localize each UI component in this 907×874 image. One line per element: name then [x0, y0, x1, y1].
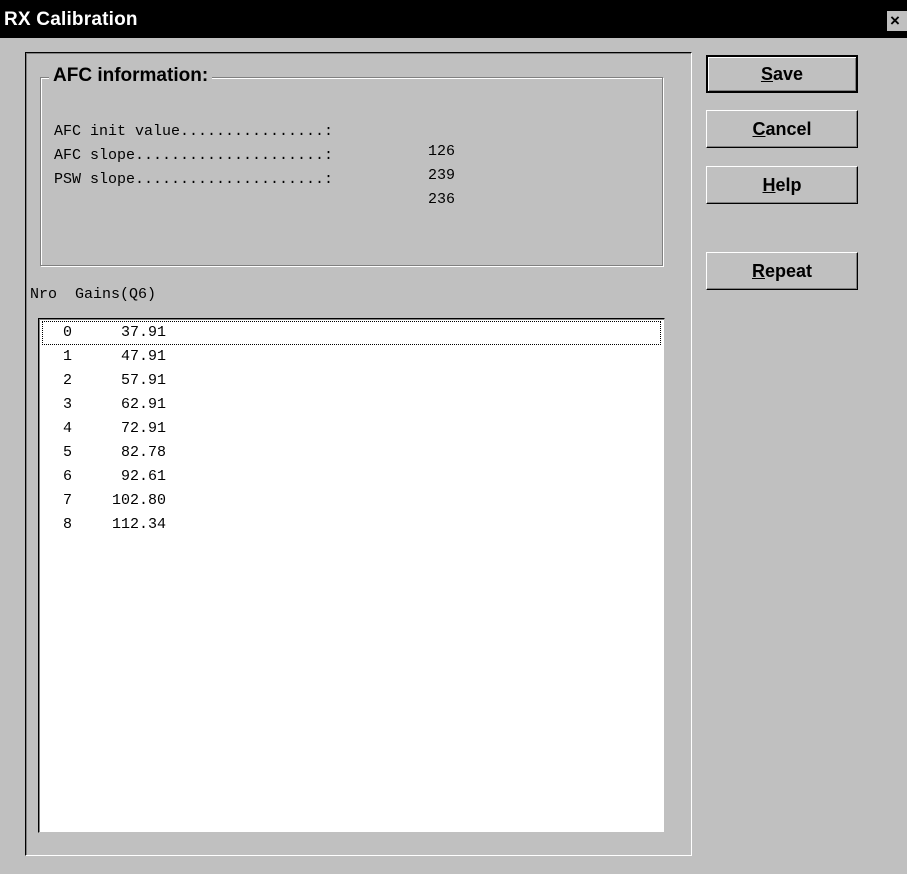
gain-value: 37.91 [120, 324, 166, 341]
list-item[interactable]: 0 37.91 [42, 321, 661, 345]
save-button[interactable]: Save [706, 55, 858, 93]
gain-value: 92.61 [120, 468, 166, 485]
list-item[interactable]: 3 62.91 [42, 393, 661, 417]
list-item[interactable]: 2 57.91 [42, 369, 661, 393]
psw-slope-value: 236 [428, 191, 456, 208]
help-accel: H [762, 175, 776, 195]
gain-index: 7 [62, 492, 72, 509]
help-button[interactable]: Help [706, 166, 858, 204]
gain-value: 62.91 [120, 396, 166, 413]
cancel-button[interactable]: Cancel [706, 110, 858, 148]
cancel-accel: C [752, 119, 766, 139]
save-accel: S [760, 64, 773, 84]
afc-row-init: AFC init value................: 126 [54, 102, 455, 160]
list-item[interactable]: 8 112.34 [42, 513, 661, 537]
gain-index: 5 [62, 444, 72, 461]
gain-index: 0 [62, 324, 72, 341]
repeat-accel: R [751, 261, 765, 281]
afc-init-label: AFC init value................: [54, 123, 334, 140]
title-bar: RX Calibration × [0, 0, 907, 38]
list-item[interactable]: 4 72.91 [42, 417, 661, 441]
afc-slope-label: AFC slope.....................: [54, 147, 334, 164]
gain-index: 1 [62, 348, 72, 365]
cancel-label: ancel [765, 119, 812, 139]
window-title: RX Calibration [4, 9, 138, 30]
afc-slope-value: 239 [428, 167, 456, 184]
list-item[interactable]: 5 82.78 [42, 441, 661, 465]
help-label: elp [775, 175, 802, 195]
gain-index: 6 [62, 468, 72, 485]
gain-value: 82.78 [120, 444, 166, 461]
gain-value: 112.34 [111, 516, 166, 533]
repeat-button[interactable]: Repeat [706, 252, 858, 290]
gain-value: 57.91 [120, 372, 166, 389]
list-item[interactable]: 1 47.91 [42, 345, 661, 369]
afc-row-slope: AFC slope.....................: 239 [54, 126, 455, 184]
list-item[interactable]: 7 102.80 [42, 489, 661, 513]
gain-index: 4 [62, 420, 72, 437]
repeat-label: epeat [764, 261, 813, 281]
gain-index: 3 [62, 396, 72, 413]
gain-index: 8 [62, 516, 72, 533]
gain-index: 2 [62, 372, 72, 389]
psw-slope-label: PSW slope.....................: [54, 171, 334, 188]
gain-value: 72.91 [120, 420, 166, 437]
afc-row-psw: PSW slope.....................: 236 [54, 150, 455, 208]
gain-value: 102.80 [111, 492, 166, 509]
gains-listbox[interactable]: 0 37.91 1 47.91 2 57.91 3 62.91 4 72.91 5 82.78 6 92.… [38, 318, 665, 833]
save-label: ave [772, 64, 804, 84]
close-button[interactable]: × [887, 11, 907, 31]
close-icon: × [890, 11, 900, 30]
list-item[interactable]: 6 92.61 [42, 465, 661, 489]
afc-group-title: AFC information: [49, 65, 213, 87]
afc-init-value: 126 [428, 143, 456, 160]
gain-value: 47.91 [120, 348, 166, 365]
gains-list-header: Nro Gains(Q6) [30, 286, 157, 303]
